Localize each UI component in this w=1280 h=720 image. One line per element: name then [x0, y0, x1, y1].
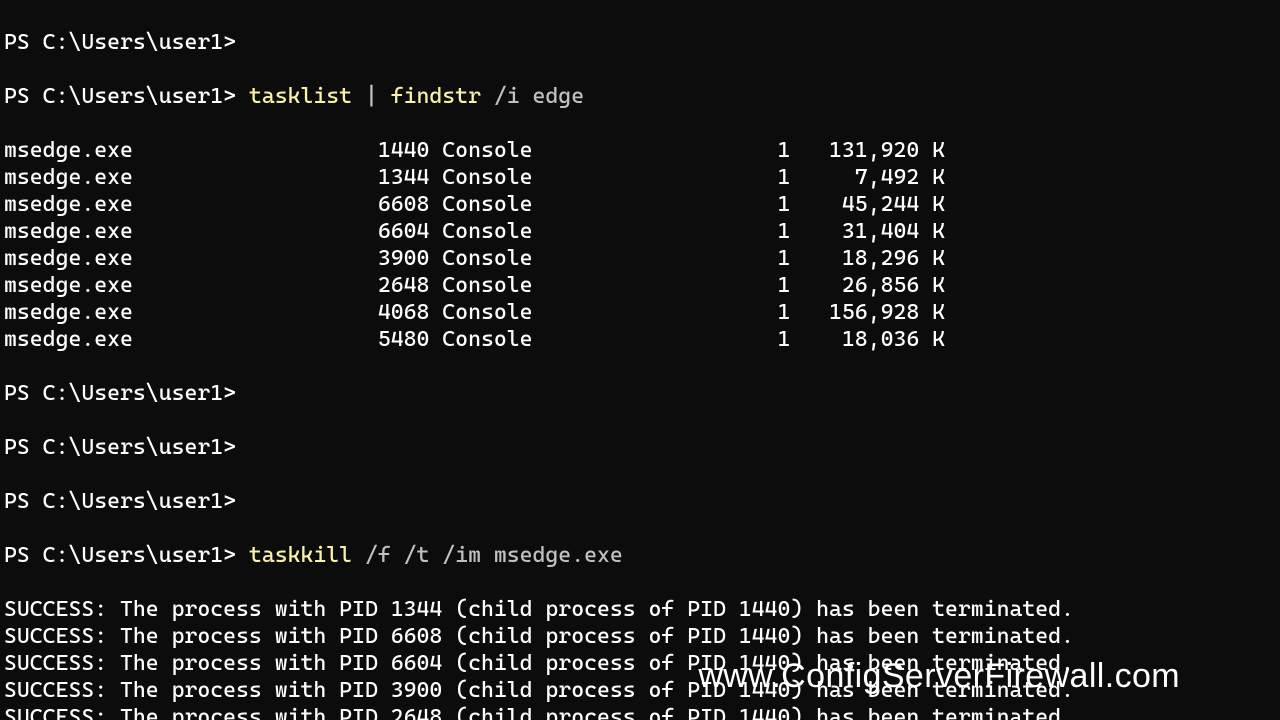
tasklist-row: msedge.exe 4068 Console 1 156,928 K — [4, 299, 1276, 326]
cmd-findstr: findstr — [391, 84, 481, 109]
taskkill-success-line: SUCCESS: The process with PID 6608 (chil… — [4, 623, 1276, 650]
tasklist-row: msedge.exe 5480 Console 1 18,036 K — [4, 326, 1276, 353]
command-line-2: PS C:\Users\user1> taskkill /f /t /im ms… — [4, 542, 1276, 569]
command-line-1: PS C:\Users\user1> tasklist | findstr /i… — [4, 83, 1276, 110]
tasklist-row: msedge.exe 1440 Console 1 131,920 K — [4, 137, 1276, 164]
prompt-line: PS C:\Users\user1> — [4, 29, 1276, 56]
cmd-args: /f /t /im msedge.exe — [365, 543, 623, 568]
tasklist-row: msedge.exe 2648 Console 1 26,856 K — [4, 272, 1276, 299]
tasklist-row: msedge.exe 6604 Console 1 31,404 K — [4, 218, 1276, 245]
pipe-symbol: | — [365, 84, 378, 109]
powershell-terminal[interactable]: PS C:\Users\user1> PS C:\Users\user1> ta… — [0, 0, 1280, 720]
ps-prompt: PS C:\Users\user1> — [4, 543, 236, 568]
ps-prompt: PS C:\Users\user1> — [4, 381, 236, 406]
ps-prompt: PS C:\Users\user1> — [4, 489, 236, 514]
cmd-tasklist: tasklist — [249, 84, 352, 109]
tasklist-row: msedge.exe 1344 Console 1 7,492 K — [4, 164, 1276, 191]
prompt-line: PS C:\Users\user1> — [4, 380, 1276, 407]
ps-prompt: PS C:\Users\user1> — [4, 30, 236, 55]
cmd-taskkill: taskkill — [249, 543, 352, 568]
cmd-args: /i edge — [494, 84, 584, 109]
taskkill-success-line: SUCCESS: The process with PID 2648 (chil… — [4, 704, 1276, 720]
tasklist-row: msedge.exe 3900 Console 1 18,296 K — [4, 245, 1276, 272]
ps-prompt: PS C:\Users\user1> — [4, 84, 236, 109]
tasklist-output: msedge.exe 1440 Console 1 131,920 Kmsedg… — [4, 137, 1276, 353]
prompt-line: PS C:\Users\user1> — [4, 434, 1276, 461]
watermark-text: www.ConfigServerFirewall.com — [698, 663, 1180, 690]
taskkill-success-line: SUCCESS: The process with PID 1344 (chil… — [4, 596, 1276, 623]
prompt-line: PS C:\Users\user1> — [4, 488, 1276, 515]
ps-prompt: PS C:\Users\user1> — [4, 435, 236, 460]
tasklist-row: msedge.exe 6608 Console 1 45,244 K — [4, 191, 1276, 218]
